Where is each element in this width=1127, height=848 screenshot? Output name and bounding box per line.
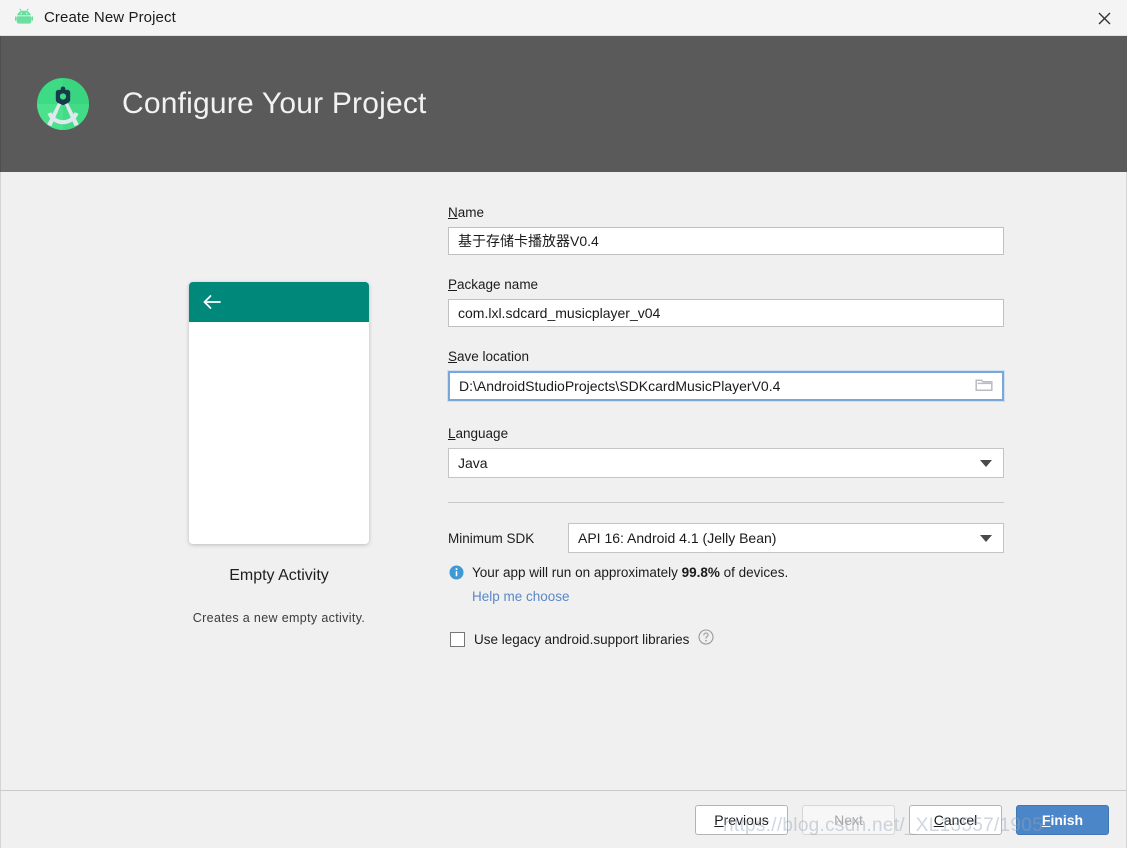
language-value: Java — [458, 455, 488, 471]
save-location-label: Save location — [448, 349, 530, 364]
package-name-input[interactable]: com.lxl.sdcard_musicplayer_v04 — [448, 299, 1004, 327]
cancel-button-label: ancel — [943, 811, 978, 828]
close-icon[interactable] — [1081, 0, 1127, 36]
header-title: Configure Your Project — [122, 87, 427, 120]
help-me-choose-link[interactable]: Help me choose — [472, 589, 570, 604]
previous-button[interactable]: Previous — [695, 804, 788, 835]
arrow-left-icon — [202, 294, 222, 310]
chevron-down-icon — [980, 459, 992, 467]
previous-button-label: revious — [723, 811, 769, 828]
dialog-body: Empty Activity Creates a new empty activ… — [0, 172, 1127, 790]
finish-button[interactable]: Finish — [1016, 804, 1109, 835]
preview-app-bar — [189, 282, 369, 322]
legacy-libraries-checkbox[interactable] — [450, 632, 465, 647]
save-location-value: D:\AndroidStudioProjects\SDKcardMusicPla… — [459, 378, 781, 394]
project-form: Name 基于存储卡播放器V0.4 Package name com.lxl.s… — [447, 205, 1005, 650]
dialog-header: Configure Your Project — [0, 36, 1127, 172]
template-description: Creates a new empty activity. — [192, 611, 366, 625]
info-icon — [449, 565, 464, 585]
language-select[interactable]: Java — [448, 448, 1004, 478]
language-label: Language — [448, 426, 509, 441]
device-support-text: Your app will run on approximately 99.8%… — [472, 564, 788, 582]
window-title: Create New Project — [44, 9, 176, 26]
android-studio-logo-icon — [32, 73, 94, 135]
name-value: 基于存储卡播放器V0.4 — [458, 233, 599, 249]
minimum-sdk-value: API 16: Android 4.1 (Jelly Bean) — [578, 530, 777, 546]
name-input[interactable]: 基于存储卡播放器V0.4 — [448, 227, 1004, 255]
create-new-project-dialog: Create New Project Configure Your Projec… — [0, 0, 1127, 848]
device-support-text-after: of devices. — [719, 565, 789, 580]
form-separator — [448, 502, 1004, 503]
minimum-sdk-select[interactable]: API 16: Android 4.1 (Jelly Bean) — [568, 523, 1004, 553]
chevron-down-icon — [980, 534, 992, 542]
template-name: Empty Activity — [229, 567, 329, 584]
device-support-text-before: Your app will run on approximately — [472, 565, 682, 580]
question-circle-icon[interactable] — [698, 629, 714, 650]
activity-preview-card — [189, 282, 369, 544]
minimum-sdk-row: Minimum SDK API 16: Android 4.1 (Jelly B… — [448, 523, 1004, 553]
save-location-input[interactable]: D:\AndroidStudioProjects\SDKcardMusicPla… — [447, 370, 1005, 402]
template-preview: Empty Activity Creates a new empty activ… — [151, 282, 407, 625]
android-robot-icon — [14, 8, 34, 28]
package-name-value: com.lxl.sdcard_musicplayer_v04 — [458, 305, 661, 321]
package-name-label: Package name — [448, 277, 539, 292]
next-button-label: Next — [834, 811, 863, 828]
next-button[interactable]: Next — [802, 804, 895, 835]
name-label: Name — [448, 205, 485, 220]
cancel-button-mnemonic: C — [933, 811, 944, 828]
title-bar: Create New Project — [0, 0, 1127, 36]
legacy-libraries-label: Use legacy android.support libraries — [474, 632, 690, 647]
dialog-footer: Previous Next Cancel Finish — [0, 790, 1127, 848]
legacy-libraries-row: Use legacy android.support libraries — [450, 629, 1004, 650]
device-support-percent: 99.8% — [681, 565, 720, 580]
finish-button-label: inish — [1050, 811, 1084, 828]
cancel-button[interactable]: Cancel — [909, 804, 1002, 835]
device-support-info: Your app will run on approximately 99.8%… — [449, 564, 1004, 585]
minimum-sdk-label: Minimum SDK — [448, 530, 535, 546]
previous-button-mnemonic: P — [714, 811, 724, 828]
folder-icon[interactable] — [975, 377, 993, 395]
